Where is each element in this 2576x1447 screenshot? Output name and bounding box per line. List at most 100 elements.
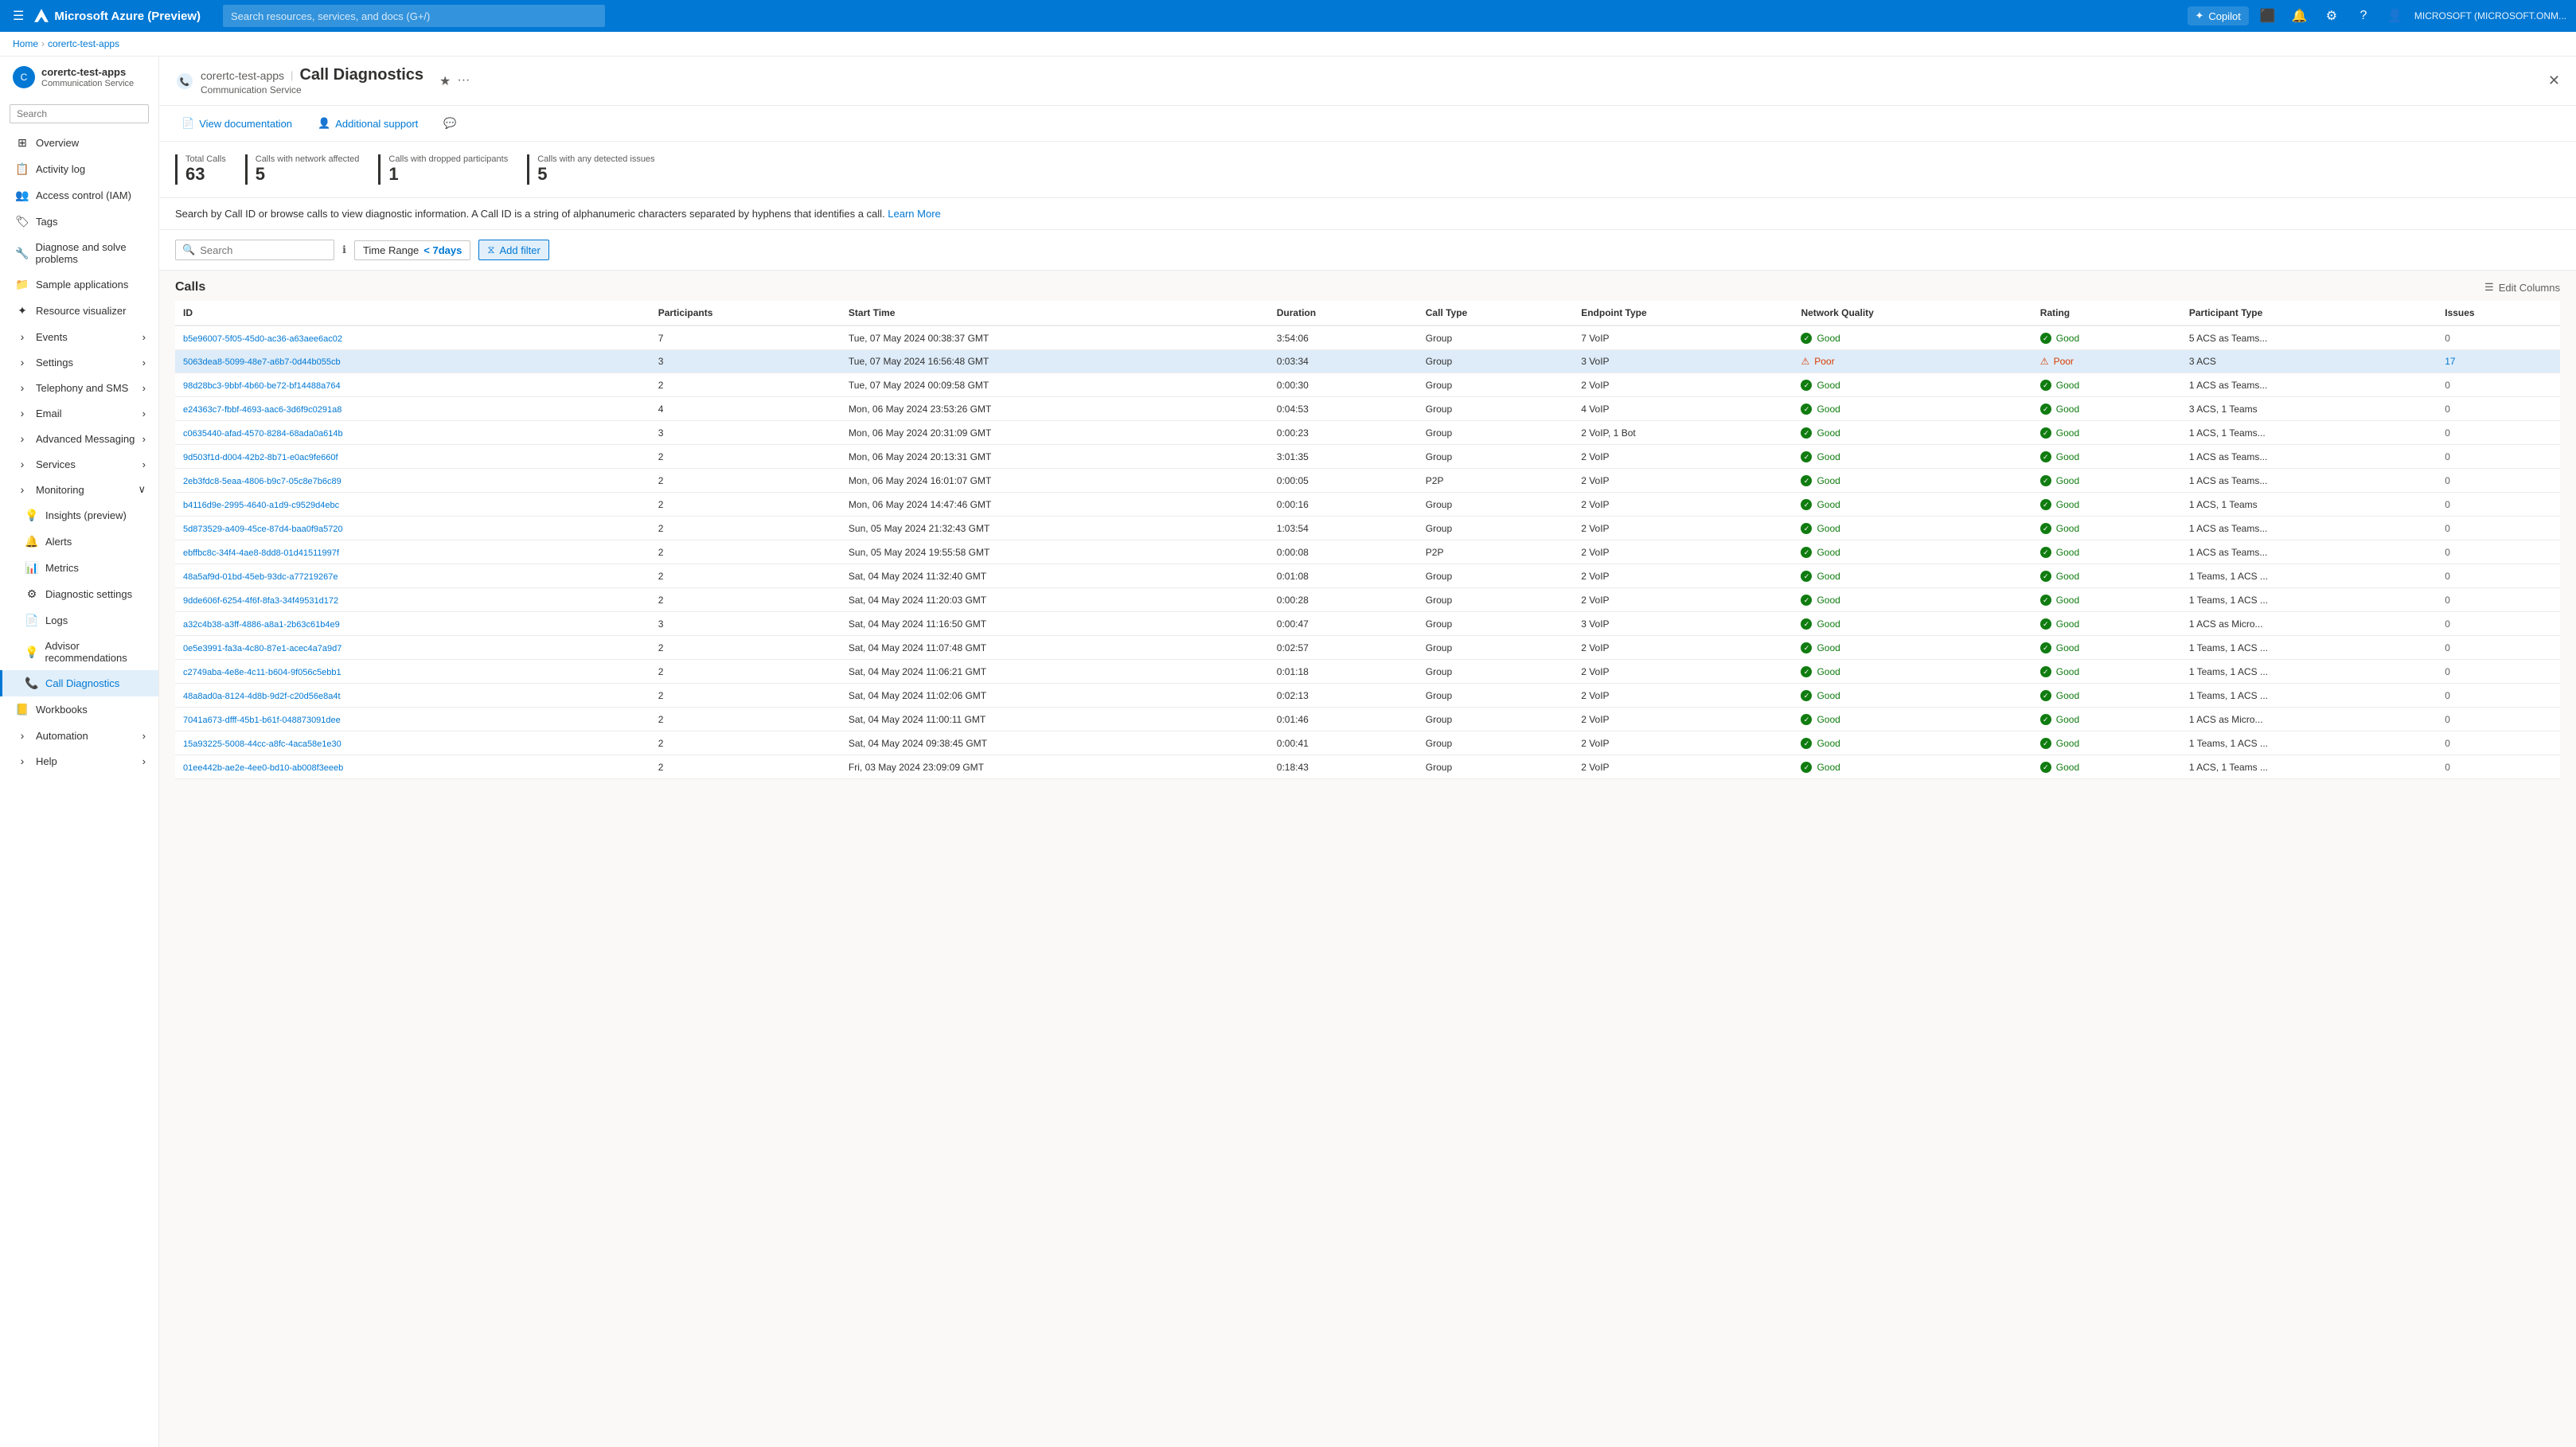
sidebar-item-advisor-recommendations[interactable]: 💡Advisor recommendations [0,634,158,670]
edit-columns-button[interactable]: ☰ Edit Columns [2484,281,2560,294]
table-row[interactable]: 01ee442b-ae2e-4ee0-bd10-ab008f3eeeb 2 Fr… [175,755,2560,779]
cell-id[interactable]: 15a93225-5008-44cc-a8fc-4aca58e1e30 [175,731,650,755]
sidebar-item-access-control[interactable]: 👥Access control (IAM) [0,182,158,209]
copilot-button[interactable]: ✦ Copilot [2188,6,2249,25]
settings-icon[interactable]: ⚙ [2319,3,2344,29]
user-icon[interactable]: 👤 [2383,3,2408,29]
id-link[interactable]: 48a5af9d-01bd-45eb-93dc-a77219267e [183,572,338,582]
id-link[interactable]: 01ee442b-ae2e-4ee0-bd10-ab008f3eeeb [183,763,343,773]
table-row[interactable]: 5063dea8-5099-48e7-a6b7-0d44b055cb 3 Tue… [175,350,2560,373]
feedback-button[interactable]: 💬 [437,114,463,133]
cell-id[interactable]: c0635440-afad-4570-8284-68ada0a614b [175,421,650,445]
sidebar-item-monitoring[interactable]: ›Monitoring∨ [0,477,158,502]
table-row[interactable]: 5d873529-a409-45ce-87d4-baa0f9a5720 2 Su… [175,517,2560,540]
additional-support-button[interactable]: 👤 Additional support [311,114,424,133]
issues-value[interactable]: 17 [2445,356,2455,367]
view-docs-button[interactable]: 📄 View documentation [175,114,299,133]
table-row[interactable]: b4116d9e-2995-4640-a1d9-c9529d4ebc 2 Mon… [175,493,2560,517]
cell-id[interactable]: 2eb3fdc8-5eaa-4806-b9c7-05c8e7b6c89 [175,469,650,493]
table-row[interactable]: b5e96007-5f05-45d0-ac36-a63aee6ac02 7 Tu… [175,326,2560,350]
table-row[interactable]: e24363c7-fbbf-4693-aac6-3d6f9c0291a8 4 M… [175,397,2560,421]
sidebar-item-alerts[interactable]: 🔔Alerts [0,528,158,555]
notifications-icon[interactable]: 🔔 [2287,3,2313,29]
sidebar-item-telephony-sms[interactable]: ›Telephony and SMS› [0,375,158,400]
table-row[interactable]: 2eb3fdc8-5eaa-4806-b9c7-05c8e7b6c89 2 Mo… [175,469,2560,493]
table-row[interactable]: 0e5e3991-fa3a-4c80-87e1-acec4a7a9d7 2 Sa… [175,636,2560,660]
sidebar-item-call-diagnostics[interactable]: 📞Call Diagnostics [0,670,158,696]
learn-more-link[interactable]: Learn More [888,208,940,220]
sidebar-item-logs[interactable]: 📄Logs [0,607,158,634]
cell-id[interactable]: 98d28bc3-9bbf-4b60-be72-bf14488a764 [175,373,650,397]
id-link[interactable]: 9dde606f-6254-4f6f-8fa3-34f49531d172 [183,596,338,606]
cell-id[interactable]: 9dde606f-6254-4f6f-8fa3-34f49531d172 [175,588,650,612]
sidebar-item-events[interactable]: ›Events› [0,324,158,349]
cell-issues[interactable]: 17 [2437,350,2560,373]
more-options-button[interactable]: ··· [457,73,470,89]
id-link[interactable]: c0635440-afad-4570-8284-68ada0a614b [183,429,343,439]
id-link[interactable]: c2749aba-4e8e-4c11-b604-9f056c5ebb1 [183,668,342,677]
table-row[interactable]: 9d503f1d-d004-42b2-8b71-e0ac9fe660f 2 Mo… [175,445,2560,469]
sidebar-item-diagnose[interactable]: 🔧Diagnose and solve problems [0,235,158,271]
help-icon[interactable]: ? [2351,3,2376,29]
sidebar-item-insights[interactable]: 💡Insights (preview) [0,502,158,528]
favorite-button[interactable]: ★ [439,73,451,89]
table-row[interactable]: 48a8ad0a-8124-4d8b-9d2f-c20d56e8a4t 2 Sa… [175,684,2560,708]
cell-id[interactable]: 9d503f1d-d004-42b2-8b71-e0ac9fe660f [175,445,650,469]
sidebar-item-tags[interactable]: 🏷Tags [0,209,158,235]
id-link[interactable]: 98d28bc3-9bbf-4b60-be72-bf14488a764 [183,381,341,391]
table-row[interactable]: c2749aba-4e8e-4c11-b604-9f056c5ebb1 2 Sa… [175,660,2560,684]
sidebar-item-automation[interactable]: ›Automation› [0,723,158,748]
breadcrumb-resource[interactable]: corertc-test-apps [48,38,119,49]
time-range-button[interactable]: Time Range < 7days [354,240,470,260]
info-icon[interactable]: ℹ [342,244,346,256]
sidebar-item-help[interactable]: ›Help› [0,748,158,774]
breadcrumb-home[interactable]: Home [13,38,38,49]
table-row[interactable]: 9dde606f-6254-4f6f-8fa3-34f49531d172 2 S… [175,588,2560,612]
table-row[interactable]: c0635440-afad-4570-8284-68ada0a614b 3 Mo… [175,421,2560,445]
id-link[interactable]: 7041a673-dfff-45b1-b61f-048873091dee [183,716,341,725]
sidebar-item-advanced-messaging[interactable]: ›Advanced Messaging› [0,426,158,451]
cell-id[interactable]: 48a8ad0a-8124-4d8b-9d2f-c20d56e8a4t [175,684,650,708]
table-row[interactable]: 15a93225-5008-44cc-a8fc-4aca58e1e30 2 Sa… [175,731,2560,755]
id-link[interactable]: 0e5e3991-fa3a-4c80-87e1-acec4a7a9d7 [183,644,342,653]
cell-id[interactable]: 5d873529-a409-45ce-87d4-baa0f9a5720 [175,517,650,540]
sidebar-item-activity-log[interactable]: 📋Activity log [0,156,158,182]
sidebar-item-services[interactable]: ›Services› [0,451,158,477]
add-filter-button[interactable]: ⧖ Add filter [478,240,548,260]
sidebar-item-email[interactable]: ›Email› [0,400,158,426]
id-link[interactable]: e24363c7-fbbf-4693-aac6-3d6f9c0291a8 [183,405,342,415]
table-row[interactable]: 98d28bc3-9bbf-4b60-be72-bf14488a764 2 Tu… [175,373,2560,397]
sidebar-item-overview[interactable]: ⊞Overview [0,130,158,156]
cell-id[interactable]: 0e5e3991-fa3a-4c80-87e1-acec4a7a9d7 [175,636,650,660]
cell-id[interactable]: 48a5af9d-01bd-45eb-93dc-a77219267e [175,564,650,588]
calls-search-input[interactable] [200,244,327,256]
id-link[interactable]: b5e96007-5f05-45d0-ac36-a63aee6ac02 [183,334,342,344]
cell-id[interactable]: c2749aba-4e8e-4c11-b604-9f056c5ebb1 [175,660,650,684]
sidebar-item-metrics[interactable]: 📊Metrics [0,555,158,581]
id-link[interactable]: 9d503f1d-d004-42b2-8b71-e0ac9fe660f [183,453,338,462]
table-row[interactable]: 48a5af9d-01bd-45eb-93dc-a77219267e 2 Sat… [175,564,2560,588]
id-link[interactable]: 2eb3fdc8-5eaa-4806-b9c7-05c8e7b6c89 [183,477,342,486]
table-row[interactable]: ebffbc8c-34f4-4ae8-8dd8-01d41511997f 2 S… [175,540,2560,564]
id-link[interactable]: 5063dea8-5099-48e7-a6b7-0d44b055cb [183,357,341,367]
cell-id[interactable]: b5e96007-5f05-45d0-ac36-a63aee6ac02 [175,326,650,350]
sidebar-item-workbooks[interactable]: 📒Workbooks [0,696,158,723]
cell-id[interactable]: 7041a673-dfff-45b1-b61f-048873091dee [175,708,650,731]
table-row[interactable]: a32c4b38-a3ff-4886-a8a1-2b63c61b4e9 3 Sa… [175,612,2560,636]
sidebar-item-diagnostic-settings[interactable]: ⚙Diagnostic settings [0,581,158,607]
hamburger-menu[interactable]: ☰ [10,5,27,27]
cell-id[interactable]: a32c4b38-a3ff-4886-a8a1-2b63c61b4e9 [175,612,650,636]
cell-id[interactable]: e24363c7-fbbf-4693-aac6-3d6f9c0291a8 [175,397,650,421]
table-row[interactable]: 7041a673-dfff-45b1-b61f-048873091dee 2 S… [175,708,2560,731]
cell-id[interactable]: b4116d9e-2995-4640-a1d9-c9529d4ebc [175,493,650,517]
id-link[interactable]: 5d873529-a409-45ce-87d4-baa0f9a5720 [183,525,343,534]
id-link[interactable]: 15a93225-5008-44cc-a8fc-4aca58e1e30 [183,739,342,749]
sidebar-item-resource-visualizer[interactable]: ✦Resource visualizer [0,298,158,324]
sidebar-item-settings[interactable]: ›Settings› [0,349,158,375]
global-search-input[interactable] [223,5,605,27]
cell-id[interactable]: ebffbc8c-34f4-4ae8-8dd8-01d41511997f [175,540,650,564]
id-link[interactable]: a32c4b38-a3ff-4886-a8a1-2b63c61b4e9 [183,620,340,630]
id-link[interactable]: b4116d9e-2995-4640-a1d9-c9529d4ebc [183,501,339,510]
id-link[interactable]: 48a8ad0a-8124-4d8b-9d2f-c20d56e8a4t [183,692,341,701]
cell-id[interactable]: 01ee442b-ae2e-4ee0-bd10-ab008f3eeeb [175,755,650,779]
